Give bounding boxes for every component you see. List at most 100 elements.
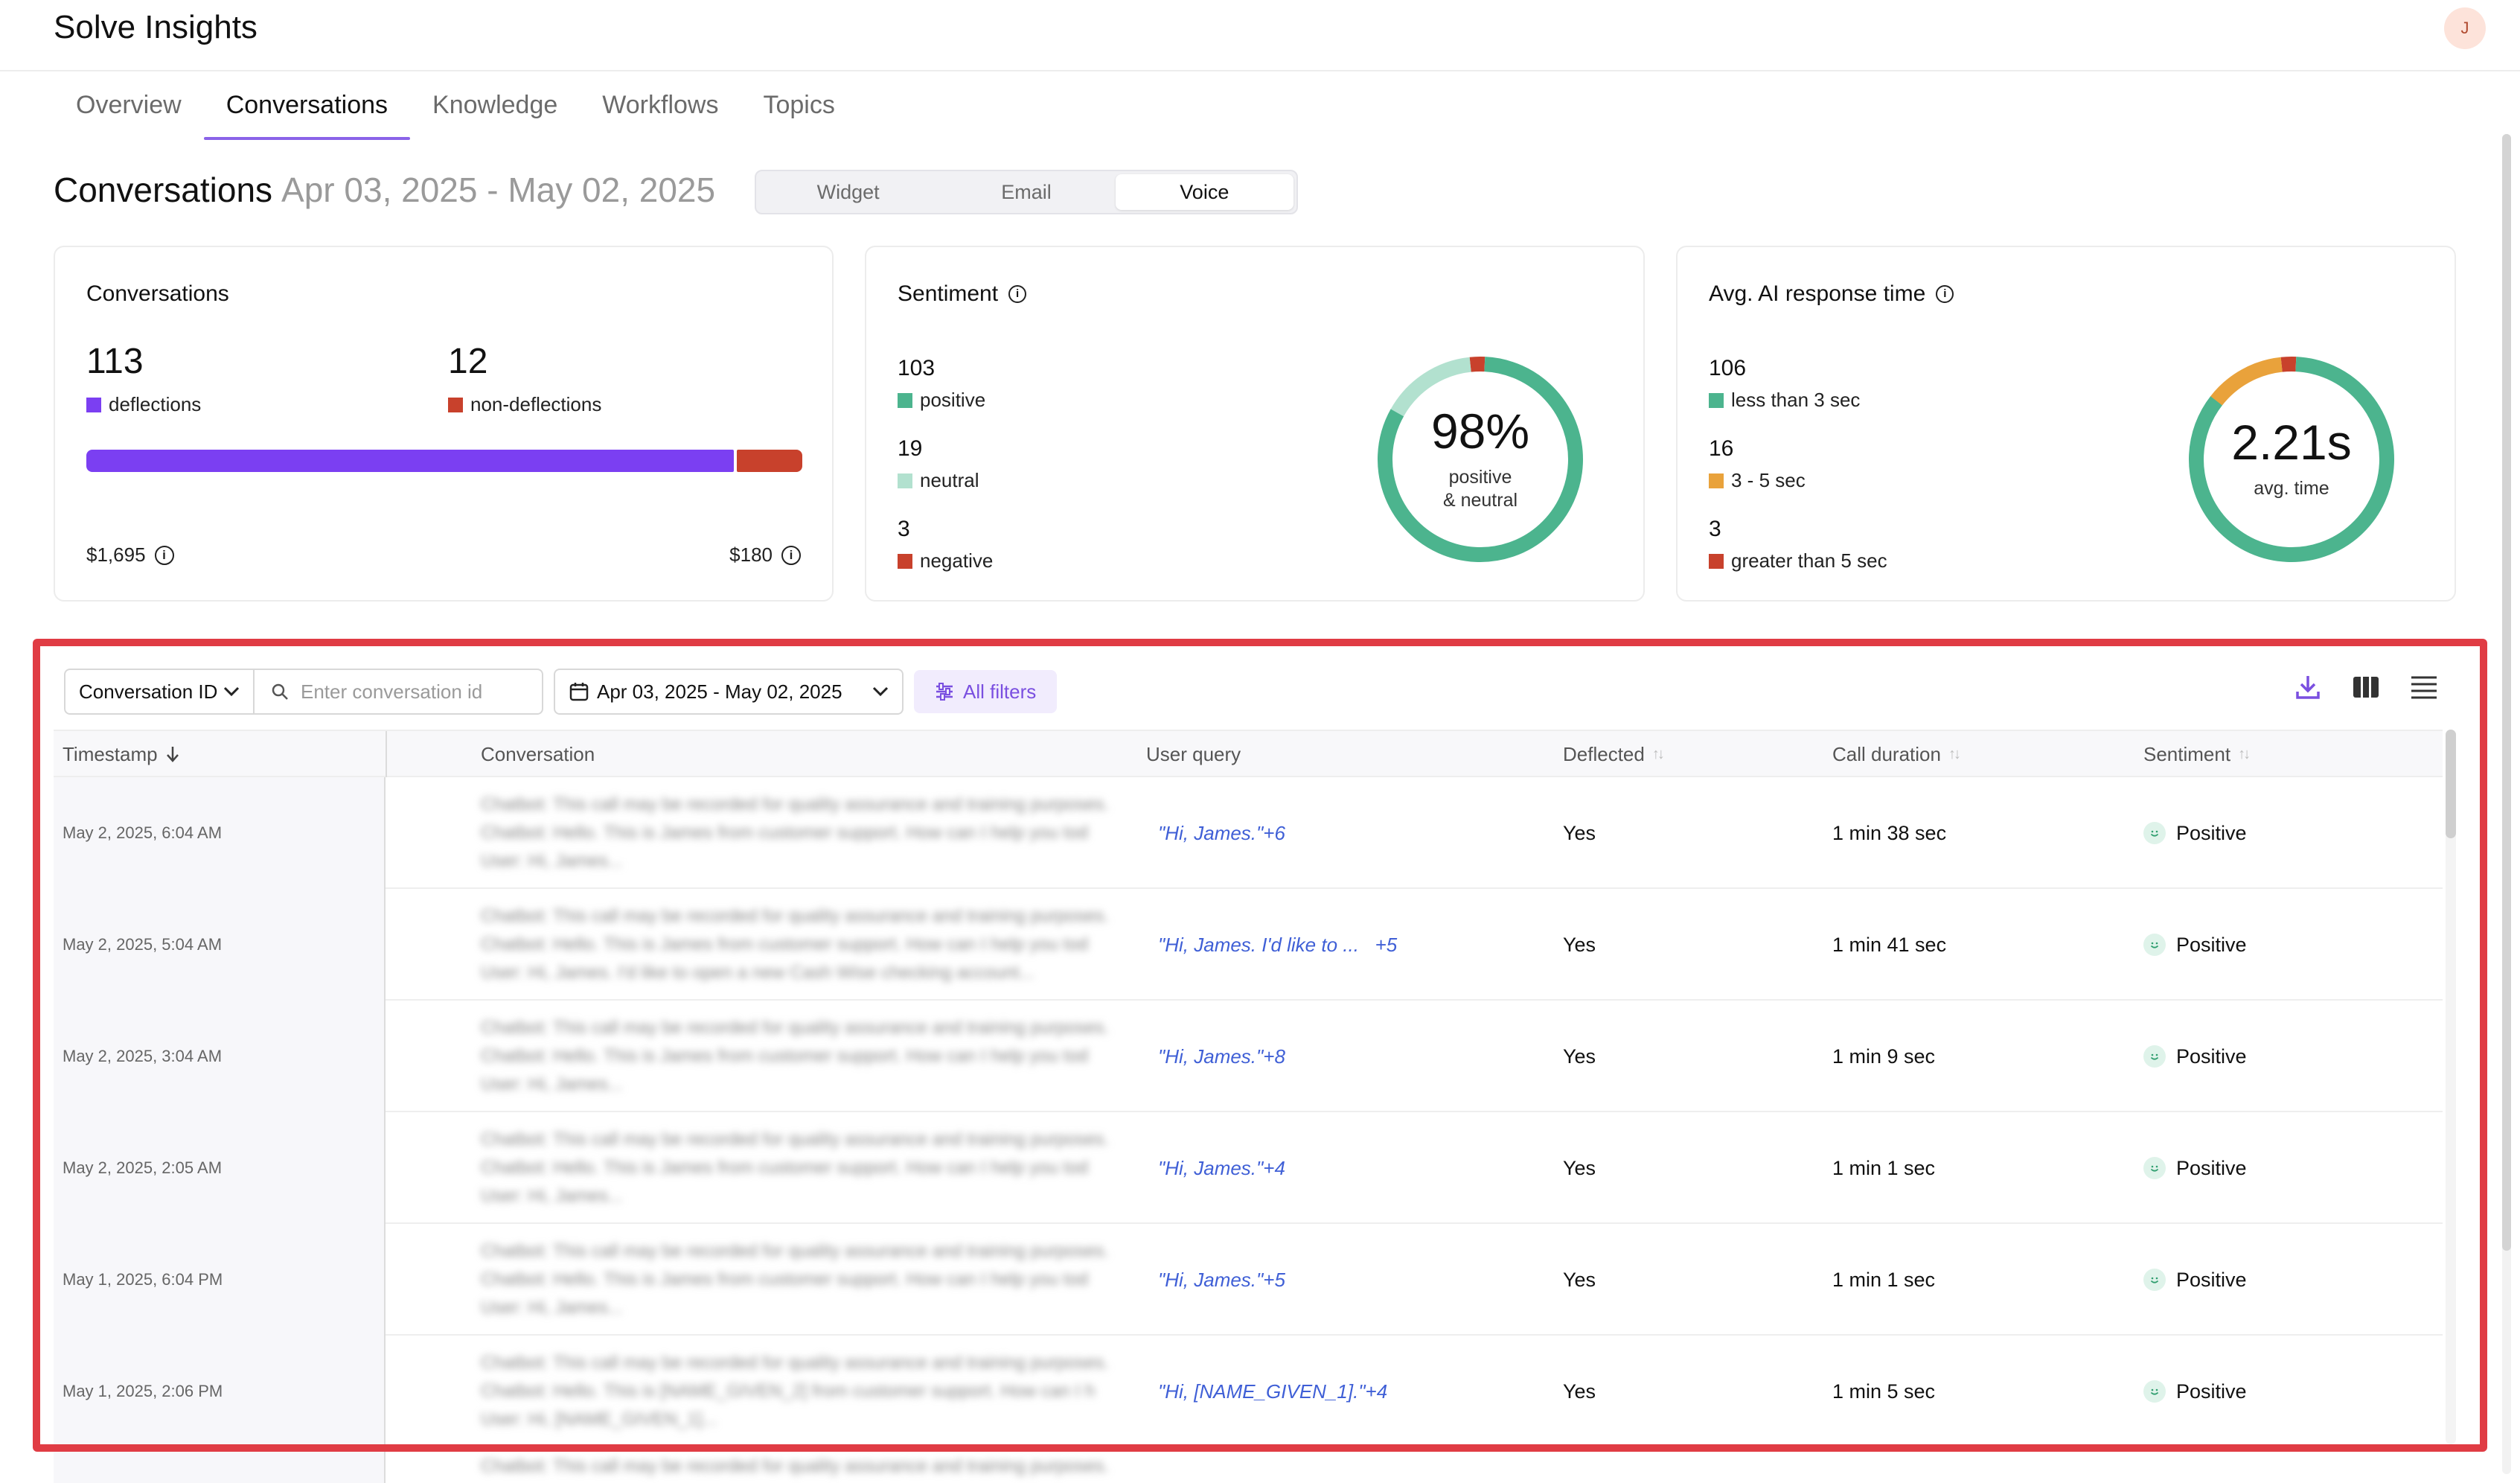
tab-topics[interactable]: Topics	[741, 88, 857, 140]
channel-email-button[interactable]: Email	[937, 174, 1115, 210]
table-row[interactable]: May 2, 2025, 2:05 AM Chatbot: This call …	[54, 1112, 2443, 1224]
table-row[interactable]: May 1, 2025, 2:06 PM Chatbot: This call …	[54, 1336, 2443, 1447]
calendar-icon	[569, 683, 589, 701]
legend-label: deflections	[109, 393, 202, 415]
user-query-link[interactable]: "Hi, James."+4	[1158, 1112, 1285, 1224]
user-query-link[interactable]: "Hi, James."+8	[1158, 1001, 1285, 1112]
avatar[interactable]: J	[2444, 7, 2486, 49]
download-icon[interactable]	[2292, 672, 2324, 703]
table-row[interactable]: May 2, 2025, 6:04 AM Chatbot: This call …	[54, 777, 2443, 889]
info-icon[interactable]: i	[781, 545, 801, 565]
legend-swatch	[86, 397, 101, 412]
channel-switch: Widget Email Voice	[755, 170, 1298, 214]
sentiment-label: Positive	[2176, 1045, 2247, 1068]
user-query-link[interactable]: "Hi, [NAME_GIVEN_1]."+4	[1158, 1336, 1387, 1447]
positive-count: 103	[898, 356, 936, 380]
conversation-line: Chatbot: Hello. This is James from custo…	[481, 1046, 1088, 1066]
channel-voice-button[interactable]: Voice	[1115, 174, 1293, 210]
column-header-conversation: Conversation	[481, 743, 595, 765]
nav-tabs: Overview Conversations Knowledge Workflo…	[54, 88, 857, 140]
sentiment-cell: Positive	[2143, 1224, 2247, 1336]
info-icon[interactable]: i	[1008, 285, 1027, 303]
non-deflections-value: 12	[448, 342, 488, 381]
column-header-sentiment[interactable]: Sentiment ↑↓	[2143, 731, 2251, 777]
field-select[interactable]: Conversation ID	[64, 669, 255, 715]
sort-icon: ↑↓	[1651, 746, 1665, 762]
medium-legend: 3 - 5 sec	[1709, 469, 1806, 492]
conversation-cell: Chatbot: This call may be recorded for q…	[481, 1349, 1195, 1434]
sentiment-cell: Positive	[2143, 1001, 2247, 1112]
column-header-deflected[interactable]: Deflected ↑↓	[1563, 731, 1665, 777]
column-header-timestamp[interactable]: Timestamp	[63, 731, 180, 777]
smile-icon	[2143, 822, 2166, 844]
all-filters-label: All filters	[963, 680, 1037, 703]
fast-count: 106	[1709, 356, 1747, 380]
columns-icon[interactable]	[2350, 672, 2382, 703]
table-toolbar: Conversation ID Apr 03, 2025 - May 02, 2…	[64, 669, 1058, 715]
call-duration-cell: 1 min 1 sec	[1832, 1156, 1936, 1179]
chevron-down-icon	[872, 686, 889, 697]
tab-overview[interactable]: Overview	[54, 88, 204, 140]
user-query-link[interactable]: "Hi, James."+6	[1158, 777, 1285, 889]
conversation-line: User: Hi, James...	[481, 1074, 623, 1094]
sentiment-cell: Positive	[2143, 889, 2247, 1001]
legend-swatch	[1709, 392, 1724, 408]
legend-label: 3 - 5 sec	[1731, 469, 1806, 491]
legend-swatch	[1709, 473, 1724, 488]
table-tools	[2292, 672, 2440, 703]
column-divider	[386, 731, 387, 777]
user-query-link[interactable]: "Hi, James. I'd like to ... +5	[1158, 889, 1397, 1001]
all-filters-button[interactable]: All filters	[914, 670, 1058, 713]
deflections-legend: deflections	[86, 393, 201, 416]
sentiment-cell: Positive	[2143, 1336, 2247, 1447]
table-row[interactable]: May 2, 2025, 3:04 AM Chatbot: This call …	[54, 1001, 2443, 1112]
sort-icon: ↑↓	[2238, 746, 2251, 762]
legend-label: less than 3 sec	[1731, 389, 1861, 411]
deflected-cell: Yes	[1563, 933, 1596, 956]
conversation-line: User: Hi, James...	[481, 1298, 623, 1318]
page-scrollbar[interactable]	[2502, 134, 2511, 1474]
smile-icon	[2143, 1380, 2166, 1403]
table-row[interactable]: May 1, 2025, 6:04 PM Chatbot: This call …	[54, 1224, 2443, 1336]
info-icon[interactable]: i	[154, 545, 174, 565]
info-icon[interactable]: i	[1936, 285, 1954, 303]
search-field[interactable]	[253, 669, 543, 715]
slow-legend: greater than 5 sec	[1709, 549, 1887, 573]
tab-workflows[interactable]: Workflows	[580, 88, 741, 140]
conversation-cell: Chatbot: This call may be recorded for q…	[481, 1237, 1195, 1322]
positive-legend: positive	[898, 389, 985, 412]
legend-swatch	[898, 473, 912, 488]
search-input[interactable]	[301, 680, 524, 704]
table-row[interactable]: May 2, 2025, 5:04 AM Chatbot: This call …	[54, 889, 2443, 1001]
sentiment-label: Positive	[2176, 1156, 2247, 1179]
card-title: Conversations	[86, 281, 229, 307]
page-scroll-thumb[interactable]	[2502, 134, 2511, 1251]
conversation-line: User: Hi, [NAME_GIVEN_1]...	[481, 1409, 717, 1429]
table-scroll-thumb[interactable]	[2446, 730, 2456, 838]
search-icon	[272, 683, 288, 700]
conversation-line: Chatbot: This call may be recorded for q…	[481, 1018, 1110, 1038]
tab-conversations[interactable]: Conversations	[203, 88, 411, 140]
call-duration-cell: 1 min 41 sec	[1832, 933, 1947, 956]
density-icon[interactable]	[2408, 672, 2440, 703]
channel-widget-button[interactable]: Widget	[759, 174, 937, 210]
deflected-cell: Yes	[1563, 1380, 1596, 1403]
conversation-line: User: Hi, James...	[481, 1186, 623, 1206]
legend-label: non-deflections	[470, 393, 602, 415]
timestamp-cell: May 1, 2025, 6:04 PM	[54, 1224, 386, 1336]
app-title: Solve Insights	[54, 9, 258, 45]
sentiment-label: Positive	[2176, 1268, 2247, 1291]
legend-label: positive	[920, 389, 986, 411]
column-header-call-duration[interactable]: Call duration ↑↓	[1832, 731, 1961, 777]
card-title-text: Sentiment	[898, 281, 999, 306]
conversation-line: Chatbot: Hello. This is James from custo…	[481, 934, 1088, 954]
table-scrollbar[interactable]	[2446, 730, 2456, 1444]
conversation-line: Chatbot: Hello. This is James from custo…	[481, 1158, 1088, 1178]
legend-label: greater than 5 sec	[1731, 549, 1887, 572]
sentiment-label: Positive	[2176, 933, 2247, 956]
user-query-link[interactable]: "Hi, James."+5	[1158, 1224, 1285, 1336]
date-range-picker[interactable]: Apr 03, 2025 - May 02, 2025	[554, 669, 904, 715]
response-time-donut-caption: avg. time	[2254, 478, 2329, 500]
call-duration-cell: 1 min 38 sec	[1832, 821, 1947, 844]
tab-knowledge[interactable]: Knowledge	[410, 88, 580, 140]
